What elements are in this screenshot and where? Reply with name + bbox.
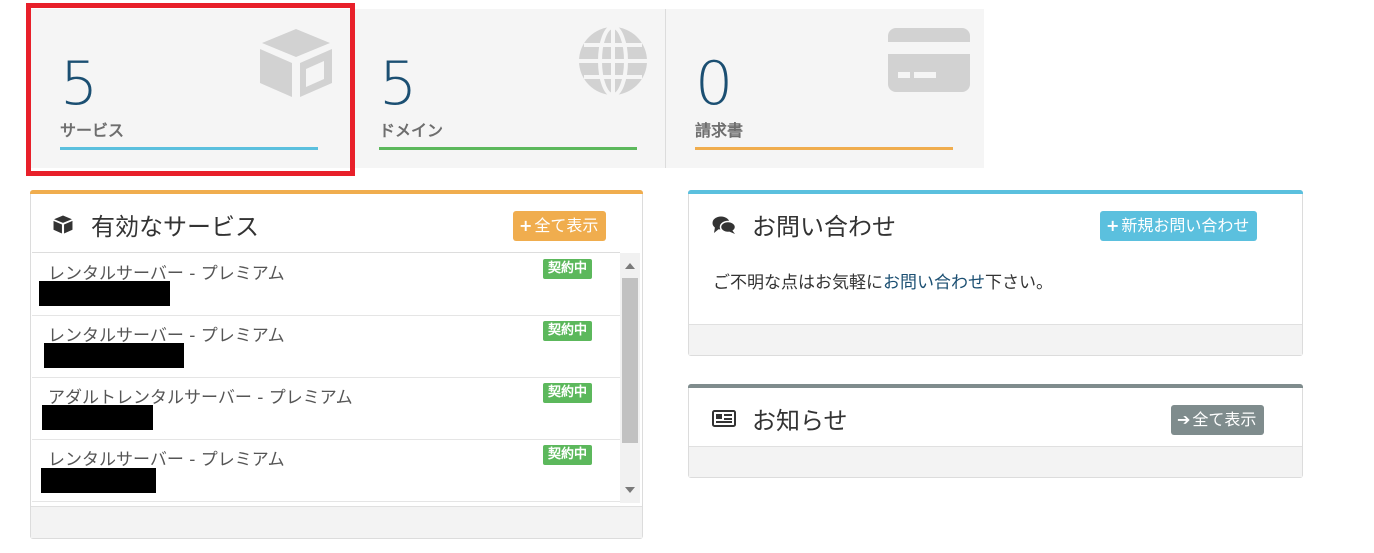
- scrollbar[interactable]: [620, 253, 640, 503]
- list-item[interactable]: レンタルサーバー - プレミアム 契約中: [32, 315, 620, 378]
- globe-icon: [579, 25, 647, 97]
- tile-divider: [665, 9, 666, 168]
- status-badge: 契約中: [543, 383, 593, 403]
- credit-card-icon: [888, 28, 970, 92]
- panel-title: お問い合わせ: [752, 213, 896, 241]
- cube-icon: [53, 215, 73, 234]
- panel-footer: [689, 446, 1302, 477]
- arrow-right-icon: ➔: [1177, 410, 1191, 429]
- panel-footer: [689, 324, 1302, 355]
- newspaper-icon: [712, 410, 736, 427]
- scroll-up-icon[interactable]: [625, 263, 635, 269]
- service-name: レンタルサーバー - プレミアム: [48, 450, 285, 470]
- button-label: 新規お問い合わせ: [1121, 216, 1250, 235]
- domains-label: ドメイン: [379, 121, 444, 140]
- panel-title: お知らせ: [752, 407, 848, 435]
- contact-link[interactable]: お問い合わせ: [883, 273, 985, 293]
- panel-accent-bar: [688, 190, 1303, 194]
- contact-text-after: 下さい。: [985, 273, 1053, 293]
- panel-title: 有効なサービス: [91, 213, 259, 241]
- list-item[interactable]: アダルトレンタルサーバー - プレミアム 契約中: [32, 377, 620, 440]
- view-all-services-button[interactable]: + 全て表示: [513, 211, 607, 241]
- invoices-label: 請求書: [695, 121, 744, 140]
- status-badge: 契約中: [543, 321, 593, 341]
- stat-tile-invoices[interactable]: 0 請求書: [665, 9, 984, 168]
- redacted-domain: [42, 405, 153, 430]
- scroll-down-icon[interactable]: [625, 487, 635, 493]
- plus-icon: +: [1106, 216, 1120, 235]
- status-badge: 契約中: [543, 259, 593, 279]
- domains-accent-bar: [379, 147, 637, 150]
- contact-text-before: ご不明な点はお気軽に: [713, 273, 883, 293]
- view-all-news-button[interactable]: ➔ 全て表示: [1171, 405, 1265, 435]
- active-services-panel: 有効なサービス + 全て表示 レンタルサーバー - プレミアム 契約中 レンタルサ…: [30, 190, 643, 539]
- button-label: 全て表示: [1192, 410, 1257, 429]
- redacted-domain: [39, 281, 170, 306]
- panel-accent-bar: [688, 384, 1303, 388]
- redacted-domain: [44, 343, 184, 368]
- news-panel: お知らせ ➔ 全て表示: [688, 384, 1303, 478]
- invoices-accent-bar: [695, 147, 953, 150]
- plus-icon: +: [519, 216, 533, 235]
- status-badge: 契約中: [543, 445, 593, 465]
- panel-accent-bar: [30, 190, 643, 194]
- comments-icon: [712, 216, 736, 234]
- list-item[interactable]: レンタルサーバー - プレミアム 契約中: [32, 439, 620, 502]
- new-inquiry-button[interactable]: + 新規お問い合わせ: [1100, 211, 1258, 241]
- contact-message: ご不明な点はお気軽にお問い合わせ下さい。: [713, 268, 1053, 293]
- scrollbar-thumb[interactable]: [622, 278, 638, 443]
- domains-count: 5: [379, 49, 418, 119]
- highlight-box: [26, 3, 355, 176]
- invoices-count: 0: [695, 49, 734, 119]
- panel-footer: [31, 506, 642, 538]
- list-item[interactable]: レンタルサーバー - プレミアム 契約中: [32, 253, 620, 316]
- contact-panel: お問い合わせ + 新規お問い合わせ ご不明な点はお気軽にお問い合わせ下さい。: [688, 190, 1303, 356]
- button-label: 全て表示: [534, 216, 599, 235]
- stat-tile-domains[interactable]: 5 ドメイン: [349, 9, 665, 168]
- redacted-domain: [41, 468, 156, 493]
- services-list: レンタルサーバー - プレミアム 契約中 レンタルサーバー - プレミアム 契約…: [32, 252, 620, 504]
